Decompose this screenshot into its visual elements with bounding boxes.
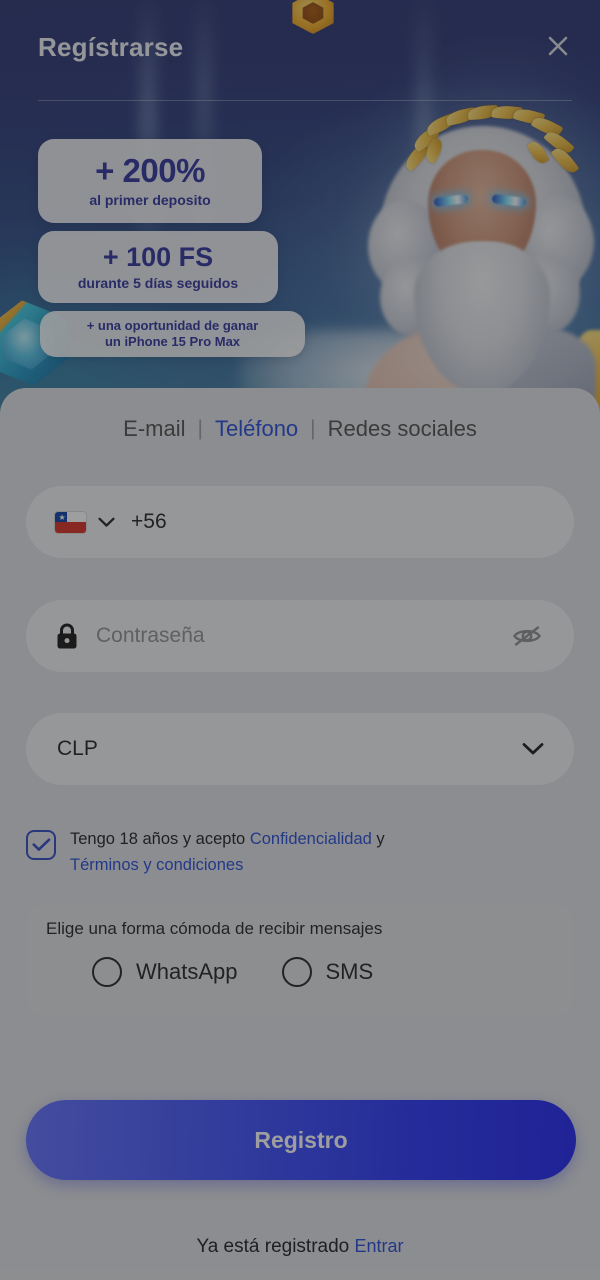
promo-badge-iphone: + una oportunidad de ganar un iPhone 15 … <box>40 311 305 357</box>
promo-badge-freespins: + 100 FS durante 5 días seguidos <box>38 231 278 303</box>
radio-circle-icon <box>281 957 312 987</box>
messaging-preference-title: Elige una forma cómoda de recibir mensaj… <box>46 919 383 938</box>
terms-link[interactable]: Términos y condiciones <box>70 856 243 874</box>
terms-text: Tengo 18 años y acepto Confidencialidad … <box>70 826 385 879</box>
tab-phone[interactable]: Teléfono <box>203 416 310 442</box>
messaging-preference-block: Elige una forma cómoda de recibir mensaj… <box>26 905 574 1015</box>
radio-whatsapp[interactable]: WhatsApp <box>92 957 238 987</box>
currency-select[interactable]: CLP <box>26 713 574 785</box>
tab-email[interactable]: E-mail <box>111 416 197 442</box>
chile-flag-icon: ★ <box>55 511 86 533</box>
page-title: Regístrarse <box>38 32 184 62</box>
terms-agreement: Tengo 18 años y acepto Confidencialidad … <box>26 826 574 879</box>
country-code-value: +56 <box>131 510 167 533</box>
registration-form-panel: E-mail | Teléfono | Redes sociales ★ +56 <box>0 388 600 1280</box>
radio-circle-icon <box>92 957 122 987</box>
radio-sms-label: SMS <box>325 959 374 984</box>
registration-method-tabs: E-mail | Teléfono | Redes sociales <box>0 416 600 442</box>
promo-badge-line-1: + una oportunidad de ganar <box>86 318 259 334</box>
tab-social[interactable]: Redes sociales <box>316 416 489 442</box>
chevron-down-icon[interactable] <box>522 742 544 756</box>
login-link[interactable]: Entrar <box>355 1236 404 1256</box>
promo-badge-headline: + 100 FS <box>102 241 214 272</box>
close-icon[interactable] <box>542 30 574 62</box>
laurel-crown-icon <box>400 104 580 182</box>
header-divider <box>38 100 572 101</box>
promo-badge-subtitle: durante 5 días seguidos <box>77 275 239 292</box>
terms-text-before: Tengo 18 años y acepto <box>70 830 250 848</box>
zeus-character-illustration <box>352 92 600 420</box>
privacy-link[interactable]: Confidencialidad <box>250 830 372 848</box>
hero-banner: Regístrarse + 200% al primer deposito + … <box>0 0 600 420</box>
registration-modal-screen: Regístrarse + 200% al primer deposito + … <box>0 0 600 1280</box>
phone-input[interactable]: ★ +56 <box>26 486 574 558</box>
terms-checkbox[interactable] <box>26 830 56 860</box>
password-placeholder: Contraseña <box>96 624 205 647</box>
messaging-radio-group: WhatsApp SMS <box>26 957 574 987</box>
radio-sms[interactable]: SMS <box>281 957 374 987</box>
chevron-down-icon[interactable] <box>98 517 115 528</box>
lock-icon <box>55 622 79 650</box>
register-submit-button[interactable]: Registro <box>26 1100 576 1180</box>
login-prompt-text: Ya está registrado <box>196 1236 350 1257</box>
currency-value: CLP <box>57 737 98 760</box>
radio-whatsapp-label: WhatsApp <box>136 959 238 984</box>
promo-badge-deposit: + 200% al primer deposito <box>38 139 262 223</box>
terms-text-middle: y <box>371 830 385 848</box>
promo-badge-subtitle: al primer deposito <box>89 191 211 208</box>
login-prompt: Ya está registrado Entrar <box>0 1236 600 1258</box>
promo-badge-headline: + 200% <box>95 152 205 190</box>
password-input[interactable]: Contraseña <box>26 600 574 672</box>
eye-off-icon[interactable] <box>512 624 542 648</box>
promo-badge-line-2: un iPhone 15 Pro Max <box>104 334 241 349</box>
